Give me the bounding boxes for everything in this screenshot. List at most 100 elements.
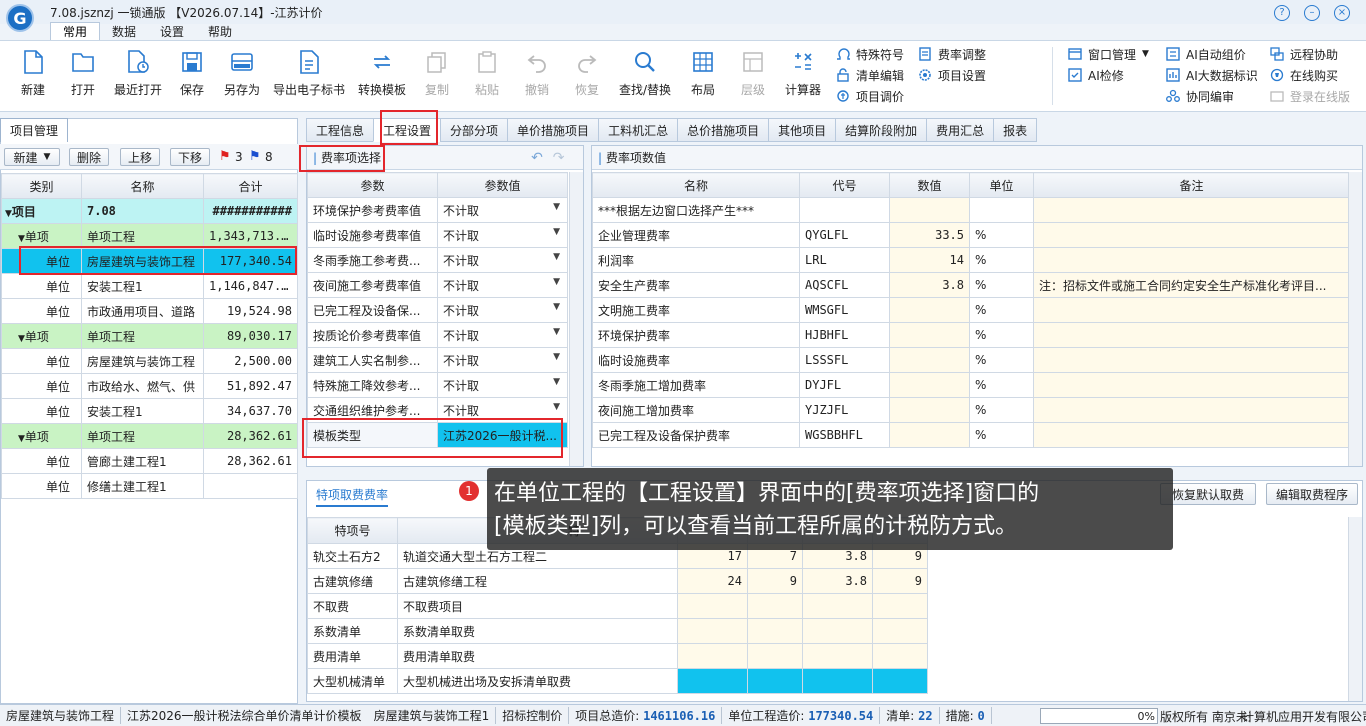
new-button[interactable]: 新建 <box>8 47 58 107</box>
fee-param-row[interactable]: 建筑工人实名制参... 不计取 ▼ <box>307 347 568 373</box>
app-logo-icon[interactable]: G <box>6 4 34 32</box>
special-row[interactable]: 大型机械清单 大型机械进出场及安拆清单取费 <box>307 668 928 694</box>
fee-param-row[interactable]: 已完工程及设备保... 不计取 ▼ <box>307 297 568 323</box>
tab-total-price-measures[interactable]: 总价措施项目 <box>677 118 769 142</box>
tab-reports[interactable]: 报表 <box>993 118 1038 142</box>
remote-assist-button[interactable]: 远程协助 <box>1270 45 1338 63</box>
special-row[interactable]: 不取费 不取费项目 <box>307 593 928 619</box>
special-row[interactable]: 古建筑修缮 古建筑修缮工程 24 9 3.8 9 <box>307 568 928 594</box>
param-value-select[interactable]: 不计取 ▼ <box>437 272 568 298</box>
edit-fee-program-button[interactable]: 编辑取费程序 <box>1266 483 1358 505</box>
tab-cost-summary[interactable]: 费用汇总 <box>926 118 994 142</box>
tab-unit-price-measures[interactable]: 单价措施项目 <box>507 118 599 142</box>
special-row[interactable]: 系数清单 系数清单取费 <box>307 618 928 644</box>
ai-bigdata-button[interactable]: AI大数据标识 <box>1166 66 1258 84</box>
recent-open-button[interactable]: 最近打开 <box>112 47 164 107</box>
tree-row[interactable]: 单位 市政给水、燃气、供 51,892.47 <box>1 373 298 399</box>
tree-row[interactable]: 单位 房屋建筑与装饰工程 2,500.00 <box>1 348 298 374</box>
save-button[interactable]: 保存 <box>167 47 217 107</box>
fee-param-row[interactable]: 环境保护参考费率值 不计取 ▼ <box>307 197 568 223</box>
special-row[interactable]: 费用清单 费用清单取费 <box>307 643 928 669</box>
find-replace-button[interactable]: 查找/替换 <box>616 47 674 107</box>
open-button[interactable]: 打开 <box>58 47 108 107</box>
window-mgmt-button[interactable]: 窗口管理 ▼ <box>1068 45 1149 63</box>
fee-value-row[interactable]: 冬雨季施工增加费率 DYJFL% <box>592 372 1350 398</box>
calculator-button[interactable]: 计算器 <box>778 47 828 107</box>
co-edit-button[interactable]: 协同编审 <box>1166 87 1234 105</box>
red-flag-icon[interactable]: ⚑ <box>219 149 231 164</box>
fee-param-row[interactable]: 临时设施参考费率值 不计取 ▼ <box>307 222 568 248</box>
tree-row[interactable]: 单位 市政通用项目、道路 19,524.98 <box>1 298 298 324</box>
menu-tab-data[interactable]: 数据 <box>100 22 148 40</box>
project-settings-button[interactable]: 项目设置 <box>918 66 986 84</box>
undo-button[interactable]: 撤销 <box>512 47 562 107</box>
chevron-down-icon[interactable]: ▼ <box>553 252 560 262</box>
ai-check-button[interactable]: AI检修 <box>1068 66 1124 84</box>
chevron-down-icon[interactable]: ▼ <box>553 202 560 212</box>
special-fee-tab[interactable]: 特项取费费率 <box>316 486 389 507</box>
chevron-down-icon[interactable]: ▼ <box>553 227 560 237</box>
chevron-down-icon[interactable]: ▼ <box>553 352 560 362</box>
fee-value-row[interactable]: 已完工程及设备保护费率 WGSBBHFL% <box>592 422 1350 448</box>
expand-icon[interactable]: ▼ <box>18 234 25 244</box>
help-icon[interactable]: ? <box>1274 5 1290 21</box>
tab-other-items[interactable]: 其他项目 <box>768 118 836 142</box>
online-login-button[interactable]: 登录在线版 <box>1270 87 1350 105</box>
delete-button[interactable]: 删除 <box>69 148 109 166</box>
new-node-button[interactable]: 新建 ▼ <box>4 148 60 166</box>
tree-row[interactable]: 单位 安装工程1 1,146,847.86 <box>1 273 298 299</box>
move-down-button[interactable]: 下移 <box>170 148 210 166</box>
fee-value-row[interactable]: 安全生产费率 AQSCFL 3.8% 注：招标文件或施工合同约定安全生产标准化考评目.… <box>592 272 1350 298</box>
chevron-down-icon[interactable]: ▼ <box>553 277 560 287</box>
param-value-select[interactable]: 不计取 ▼ <box>437 197 568 223</box>
undo-icon[interactable]: ↶ <box>531 150 543 166</box>
tab-project-info[interactable]: 工程信息 <box>306 118 374 142</box>
param-value-select[interactable]: 不计取 ▼ <box>437 297 568 323</box>
bill-edit-button[interactable]: 清单编辑 <box>836 66 904 84</box>
fee-param-row[interactable]: 按质论价参考费率值 不计取 ▼ <box>307 322 568 348</box>
tree-row[interactable]: 单位 管廊土建工程1 28,362.61 <box>1 448 298 474</box>
param-value-select[interactable]: 不计取 ▼ <box>437 347 568 373</box>
blue-flag-icon[interactable]: ⚑ <box>249 149 261 164</box>
tab-materials-summary[interactable]: 工料机汇总 <box>598 118 678 142</box>
chevron-down-icon[interactable]: ▼ <box>553 377 560 387</box>
project-adjust-button[interactable]: 项目调价 <box>836 87 904 105</box>
move-up-button[interactable]: 上移 <box>120 148 160 166</box>
special-fee-scrollbar[interactable] <box>1348 517 1362 701</box>
close-icon[interactable]: × <box>1334 5 1350 21</box>
menu-tab-settings[interactable]: 设置 <box>148 22 196 40</box>
tab-settlement-extra[interactable]: 结算阶段附加 <box>835 118 927 142</box>
special-symbol-button[interactable]: 特殊符号 <box>836 45 904 63</box>
expand-icon[interactable]: ▼ <box>5 209 12 219</box>
tree-row[interactable]: ▼单项 单项工程 89,030.17 <box>1 323 298 349</box>
save-as-button[interactable]: 另存为 <box>217 47 267 107</box>
param-value-select[interactable]: 不计取 ▼ <box>437 222 568 248</box>
tree-row[interactable]: ▼单项 单项工程 1,343,713.38 <box>1 223 298 249</box>
param-value-select[interactable]: 不计取 ▼ <box>437 247 568 273</box>
tree-row[interactable]: 单位 修缮土建工程1 <box>1 473 298 499</box>
convert-template-button[interactable]: 转换模板 <box>356 47 408 107</box>
fee-value-row[interactable]: ***根据左边窗口选择产生*** <box>592 197 1350 223</box>
expand-icon[interactable]: ▼ <box>18 334 25 344</box>
redo-icon[interactable]: ↷ <box>553 150 565 166</box>
tab-sections[interactable]: 分部分项 <box>440 118 508 142</box>
fee-value-row[interactable]: 利润率 LRL 14% <box>592 247 1350 273</box>
chevron-down-icon[interactable]: ▼ <box>553 402 560 412</box>
tree-row[interactable]: 单位 安装工程1 34,637.70 <box>1 398 298 424</box>
menu-tab-help[interactable]: 帮助 <box>196 22 244 40</box>
fee-values-scrollbar[interactable] <box>1348 172 1362 466</box>
export-bid-button[interactable]: 导出电子标书 <box>273 47 345 107</box>
fee-value-row[interactable]: 环境保护费率 HJBHFL% <box>592 322 1350 348</box>
online-buy-button[interactable]: 在线购买 <box>1270 66 1338 84</box>
expand-icon[interactable]: ▼ <box>18 434 25 444</box>
fee-value-row[interactable]: 临时设施费率 LSSSFL% <box>592 347 1350 373</box>
copy-button[interactable]: 复制 <box>412 47 462 107</box>
minimize-icon[interactable]: – <box>1304 5 1320 21</box>
menu-tab-common[interactable]: 常用 <box>50 22 101 40</box>
restore-default-button[interactable]: 恢复默认取费 <box>1160 483 1256 505</box>
ai-pricing-button[interactable]: AI自动组价 <box>1166 45 1246 63</box>
paste-button[interactable]: 粘贴 <box>462 47 512 107</box>
fee-param-row[interactable]: 冬雨季施工参考费... 不计取 ▼ <box>307 247 568 273</box>
fee-value-row[interactable]: 文明施工费率 WMSGFL% <box>592 297 1350 323</box>
fee-param-row[interactable]: 特殊施工降效参考... 不计取 ▼ <box>307 372 568 398</box>
